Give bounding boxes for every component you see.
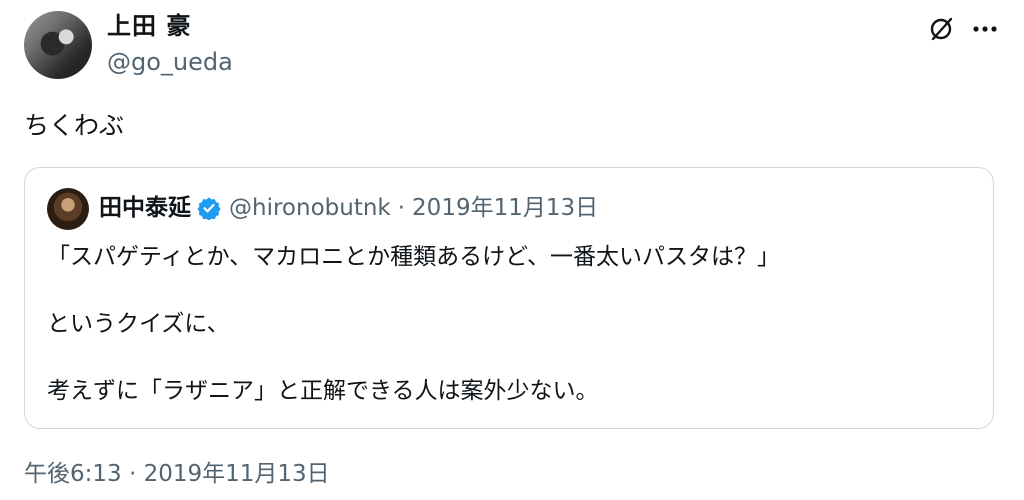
more-icon[interactable] <box>970 14 1000 44</box>
tweet-time-link[interactable]: 午後6:13 · 2019年11月13日 <box>24 461 330 487</box>
verified-badge-icon <box>197 196 221 220</box>
header-actions <box>926 14 1000 44</box>
quoted-header: 田中泰延 @hironobutnk · 2019年11月13日 <box>99 192 598 224</box>
quoted-author-name[interactable]: 田中泰延 <box>99 192 191 224</box>
author-name[interactable]: 上田 豪 <box>107 10 191 42</box>
quoted-tweet[interactable]: 田中泰延 @hironobutnk · 2019年11月13日 「スパゲティとか… <box>24 167 994 429</box>
author-handle[interactable]: @go_ueda <box>107 46 233 78</box>
tweet: 上田 豪 @go_ueda ちくわぶ 田中泰延 @hironobutnk · 2… <box>0 0 1024 500</box>
quoted-text-line: 「スパゲティとか、マカロニとか種類あるけど、一番太いパスタは？」 <box>47 244 781 270</box>
quoted-author-avatar[interactable] <box>47 188 89 230</box>
tweet-time: 午後6:13 <box>24 461 122 487</box>
quoted-date[interactable]: 2019年11月13日 <box>412 192 598 224</box>
quoted-separator: · <box>397 195 406 221</box>
tweet-timestamp: 午後6:13 · 2019年11月13日 <box>24 458 330 490</box>
quoted-text-line: というクイズに、 <box>47 311 230 337</box>
quoted-text: 「スパゲティとか、マカロニとか種類あるけど、一番太いパスタは？」 というクイズに… <box>47 240 780 441</box>
timestamp-separator: · <box>128 461 137 487</box>
quoted-text-line: 考えずに「ラザニア」と正解できる人は案外少ない。 <box>47 378 599 404</box>
tweet-date: 2019年11月13日 <box>143 461 330 487</box>
quoted-author-handle[interactable]: @hironobutnk <box>229 192 391 224</box>
author-avatar[interactable] <box>24 11 92 79</box>
tweet-text: ちくわぶ <box>24 111 125 140</box>
grok-slash-icon[interactable] <box>926 14 956 44</box>
